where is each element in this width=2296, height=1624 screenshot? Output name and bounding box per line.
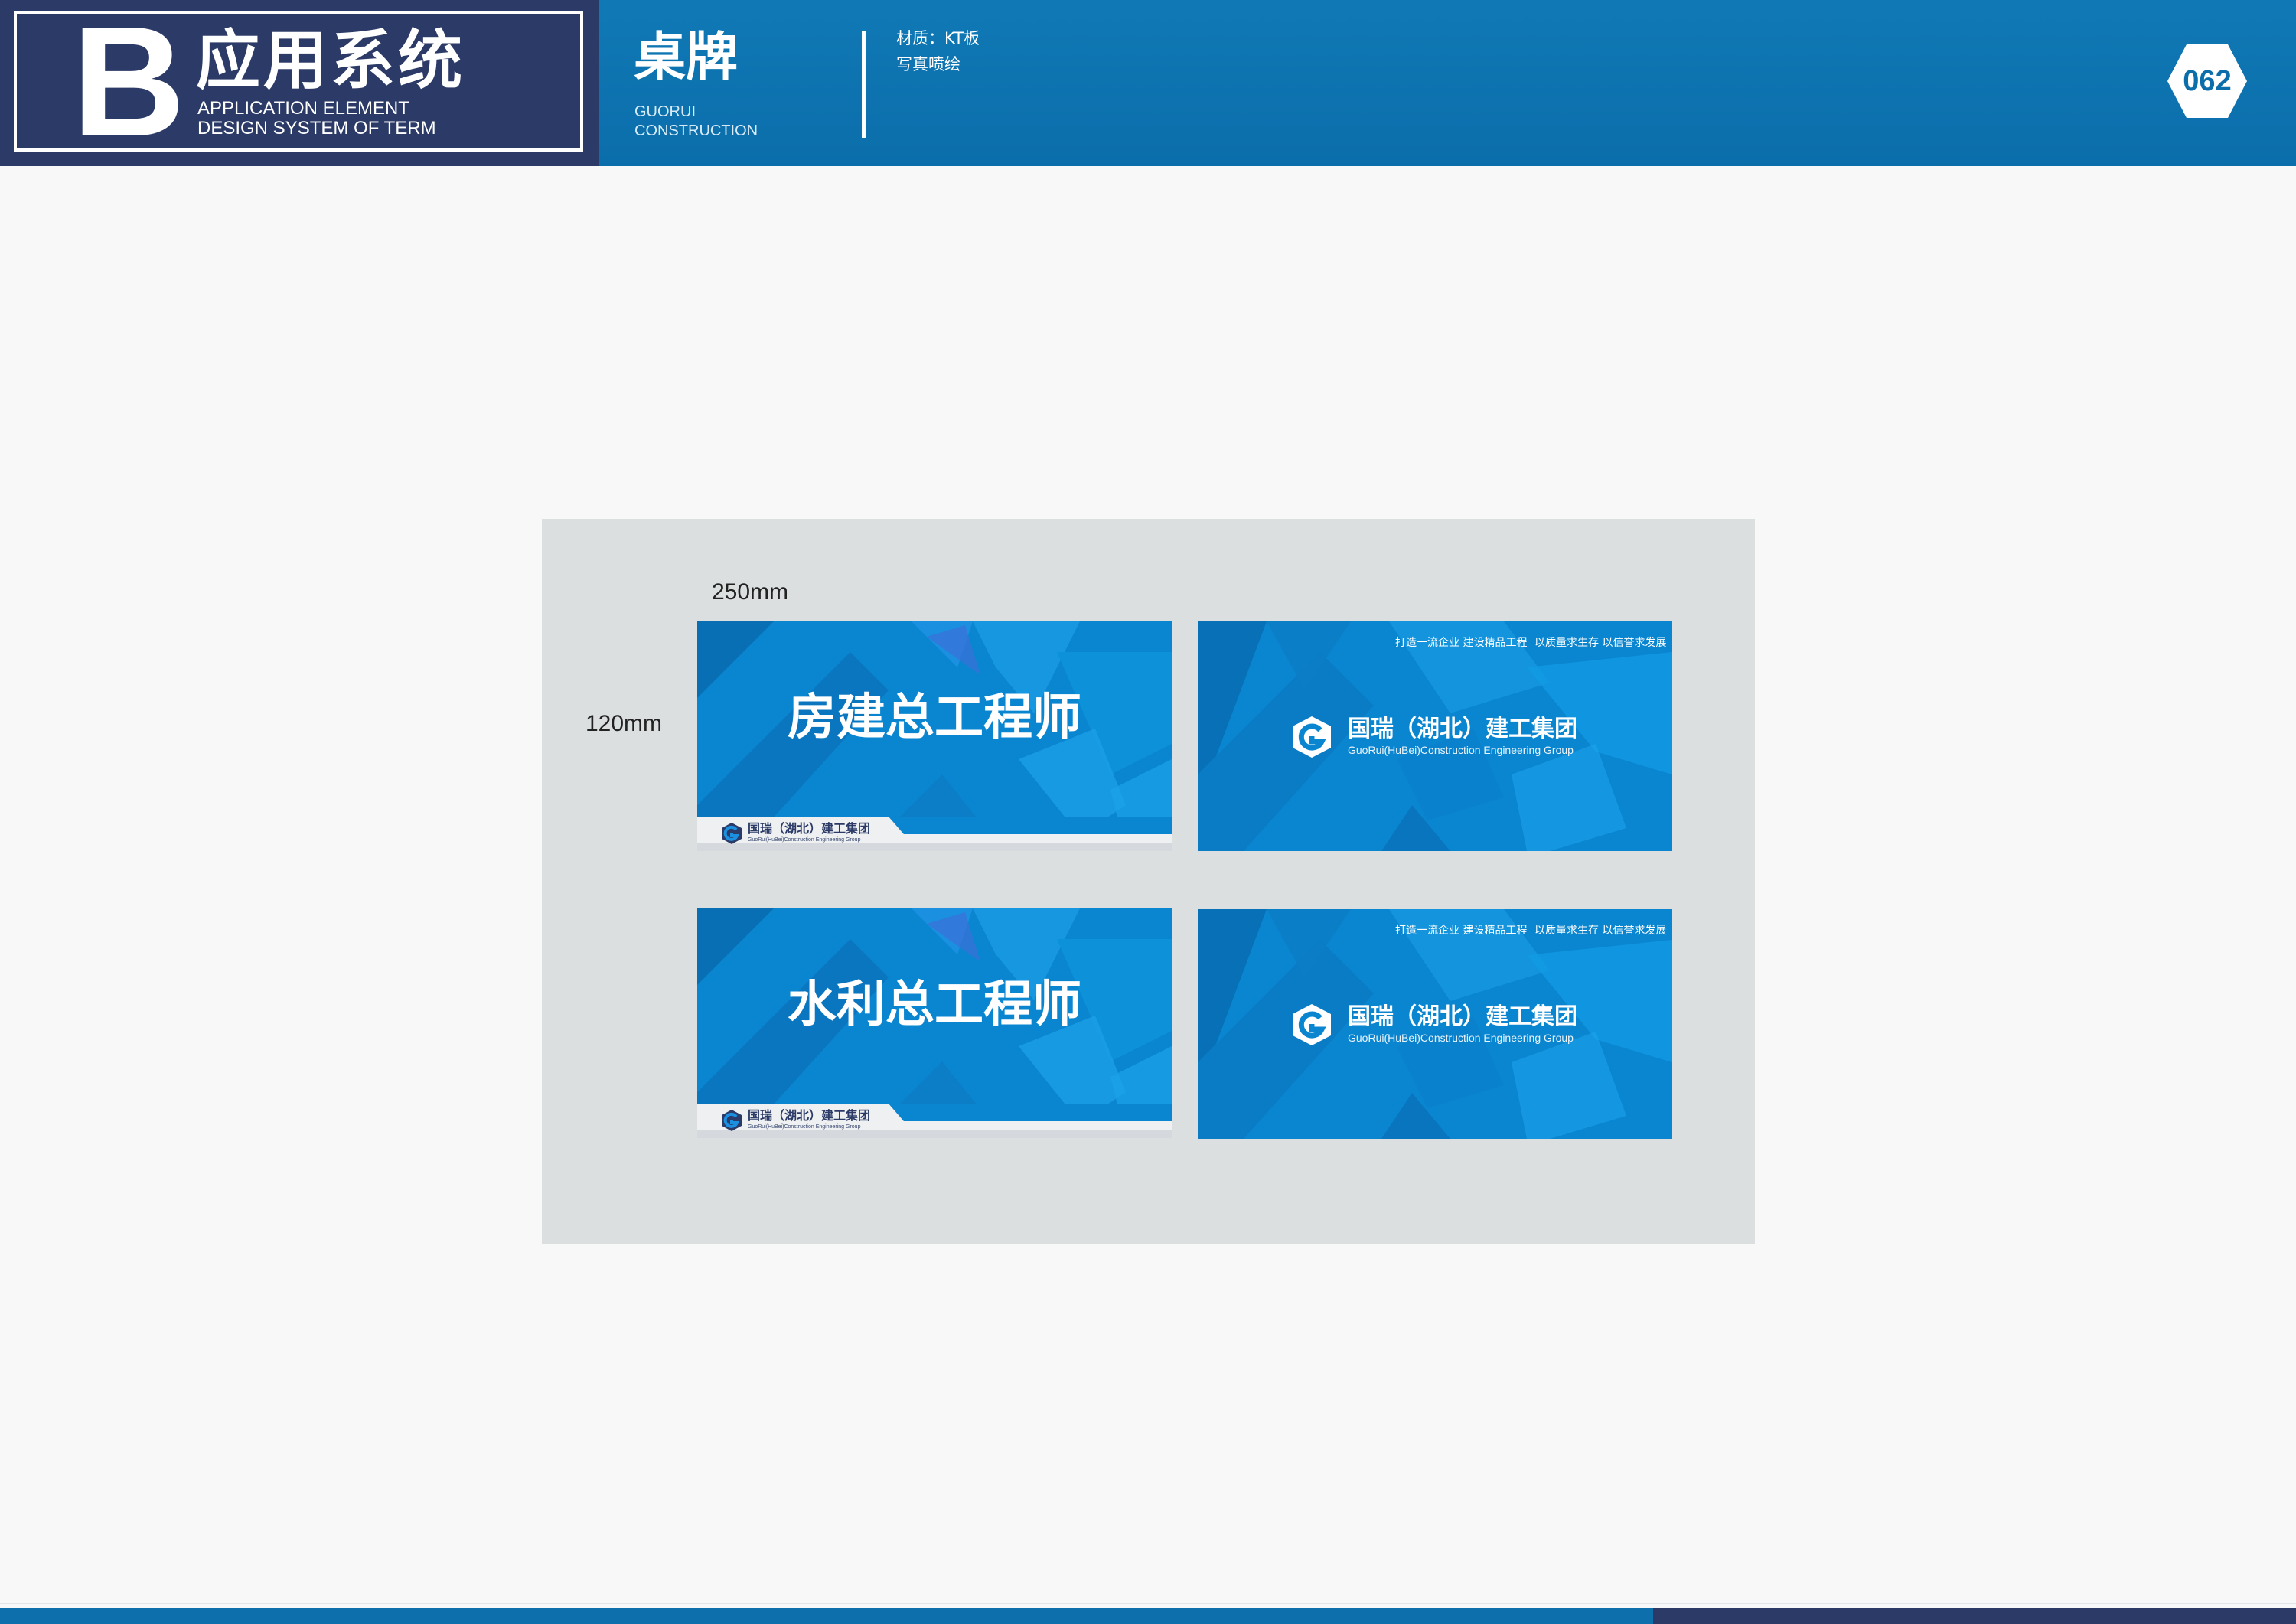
- slogan-reputation: 以质量求生存 以信誉求发展: [1534, 925, 1667, 937]
- footer-bar-navy: [1653, 1608, 2296, 1624]
- desk-sign-front-1: 房建总工程师 国瑞（湖北）建工集团 GuoRui(HuBei)Construct…: [697, 621, 1172, 851]
- section-brand-block: B 应用系统 APPLICATION ELEMENT DESIGN SYSTEM…: [0, 0, 599, 166]
- company-name-cn: 国瑞（湖北）建工集团: [748, 821, 871, 836]
- company-name-cn: 国瑞（湖北）建工集团: [748, 1108, 871, 1123]
- company-name-en: GuoRui(HuBei)Construction Engineering Gr…: [1348, 1032, 1574, 1044]
- section-letter: B: [71, 0, 186, 169]
- page-header: B 应用系统 APPLICATION ELEMENT DESIGN SYSTEM…: [0, 0, 2296, 166]
- desk-sign-back-2: 打造一流企业 建设精品工程 以质量求生存 以信誉求发展 国瑞（湖北）建工集团 G…: [1198, 909, 1672, 1139]
- slogan-reputation: 以质量求生存 以信誉求发展: [1534, 637, 1667, 649]
- slogan-quality: 打造一流企业 建设精品工程: [1395, 925, 1528, 937]
- company-name-cn: 国瑞（湖北）建工集团: [1348, 1003, 1577, 1030]
- material-spec: 材质：KT板: [896, 29, 980, 47]
- footer-bar-blue: [0, 1608, 1653, 1624]
- company-name-en: GuoRui(HuBei)Construction Engineering Gr…: [748, 837, 861, 843]
- job-title: 房建总工程师: [788, 690, 1081, 746]
- artwork-board: 250mm 120mm 房建总工程师 国瑞（湖北）建工集团 GuoRui(HuB…: [542, 519, 1755, 1244]
- page-number: 062: [2183, 65, 2232, 97]
- job-title: 水利总工程师: [788, 977, 1081, 1033]
- section-title-en: APPLICATION ELEMENT DESIGN SYSTEM OF TER…: [197, 98, 436, 139]
- company-logo-icon: [1293, 1004, 1331, 1045]
- company-name-cn: 国瑞（湖北）建工集团: [1348, 716, 1577, 742]
- company-logo-icon: [1293, 716, 1331, 758]
- company-logo-icon: [722, 823, 742, 844]
- height-dimension: 120mm: [585, 711, 663, 736]
- slogan-quality: 打造一流企业 建设精品工程: [1395, 637, 1528, 649]
- desk-sign-back-1: 打造一流企业 建设精品工程 以质量求生存 以信誉求发展 国瑞（湖北）建工集团 G…: [1198, 621, 1672, 851]
- width-dimension: 250mm: [712, 579, 789, 605]
- company-logo-icon: [722, 1110, 742, 1131]
- page-subtitle: GUORUI CONSTRUCTION: [634, 103, 758, 139]
- company-name-en: GuoRui(HuBei)Construction Engineering Gr…: [1348, 744, 1574, 756]
- footer-rule: [0, 1603, 2296, 1604]
- print-spec: 写真喷绘: [896, 55, 960, 73]
- company-name-en: GuoRui(HuBei)Construction Engineering Gr…: [748, 1124, 861, 1130]
- header-divider: [862, 31, 866, 138]
- desk-sign-front-2: 水利总工程师 国瑞（湖北）建工集团 GuoRui(HuBei)Construct…: [697, 908, 1172, 1138]
- section-title-cn: 应用系统: [196, 23, 466, 98]
- page-title: 桌牌: [634, 28, 739, 88]
